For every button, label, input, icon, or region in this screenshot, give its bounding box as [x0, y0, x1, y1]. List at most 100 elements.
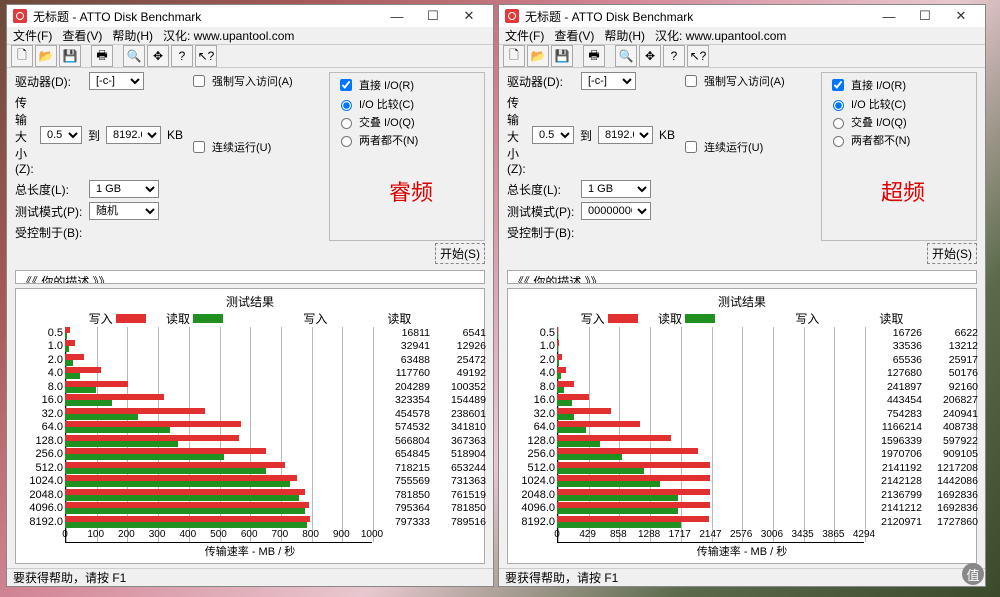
value-write: 33536 — [870, 340, 922, 352]
transfer-label: 传输大小(Z): — [15, 94, 36, 176]
bar-read — [557, 400, 572, 406]
value-write: 323354 — [378, 394, 430, 406]
value-write: 1970706 — [870, 448, 922, 460]
toolbar: 🗋 📂 💾 🖶 🔍 ✥ ? ↖? — [499, 44, 985, 68]
menu-file[interactable]: 文件(F) — [505, 27, 544, 44]
direct-io-checkbox[interactable] — [340, 79, 352, 91]
bar-read — [557, 346, 558, 352]
open-icon[interactable]: 📂 — [527, 45, 549, 67]
app-icon — [505, 9, 519, 23]
neither-radio[interactable] — [341, 136, 352, 147]
y-label: 256.0 — [517, 448, 557, 460]
start-button[interactable]: 开始(S) — [435, 243, 485, 264]
length-label: 总长度(L): — [507, 181, 577, 198]
preview-icon[interactable]: 🔍 — [123, 45, 145, 67]
mode-select[interactable]: 随机 — [89, 202, 159, 220]
menu-view[interactable]: 查看(V) — [62, 27, 102, 44]
continuous-checkbox[interactable] — [685, 141, 697, 153]
drive-label: 驱动器(D): — [507, 73, 577, 90]
drive-label: 驱动器(D): — [15, 73, 85, 90]
description-field[interactable]: 《《 你的描述 》》 — [507, 270, 977, 284]
y-label: 32.0 — [25, 408, 65, 420]
direct-io-checkbox[interactable] — [832, 79, 844, 91]
whatsthis-icon[interactable]: ↖? — [687, 45, 709, 67]
maximize-button[interactable]: ☐ — [415, 5, 451, 27]
y-label: 2048.0 — [25, 489, 65, 501]
print-icon[interactable]: 🖶 — [91, 45, 113, 67]
help-icon[interactable]: ? — [663, 45, 685, 67]
chart-row: 2048.0 2136799 1692836 — [557, 489, 864, 503]
save-icon[interactable]: 💾 — [551, 45, 573, 67]
chart-row: 8.0 204289 100352 — [65, 381, 372, 395]
drive-select[interactable]: [-c-] — [89, 72, 144, 90]
y-label: 512.0 — [25, 462, 65, 474]
start-button[interactable]: 开始(S) — [927, 243, 977, 264]
transfer-from-select[interactable]: 0.5 — [40, 126, 82, 144]
io-compare-radio[interactable] — [341, 100, 352, 111]
chart-row: 0.5 16726 6622 — [557, 327, 864, 341]
menu-help[interactable]: 帮助(H) — [112, 27, 153, 44]
bar-read — [557, 495, 678, 501]
help-icon[interactable]: ? — [171, 45, 193, 67]
mode-label: 测试模式(P): — [507, 203, 577, 220]
close-button[interactable]: ✕ — [451, 5, 487, 27]
print-icon[interactable]: 🖶 — [583, 45, 605, 67]
overlap-io-radio[interactable] — [833, 118, 844, 129]
result-title: 测试结果 — [16, 293, 484, 310]
transfer-to-select[interactable]: 8192.0 — [106, 126, 161, 144]
mode-select[interactable]: 00000000 — [581, 202, 651, 220]
x-axis-label: 传输速率 - MB / 秒 — [512, 543, 972, 559]
new-icon[interactable]: 🗋 — [11, 45, 33, 67]
menu-file[interactable]: 文件(F) — [13, 27, 52, 44]
bar-read — [557, 454, 622, 460]
minimize-button[interactable]: — — [379, 5, 415, 27]
result-panel: 测试结果 写入 读取 写入 读取 0.5 16726 6622 1.0 3353… — [507, 288, 977, 565]
chart-row: 4096.0 2141212 1692836 — [557, 502, 864, 516]
chart-row: 4.0 117760 49192 — [65, 367, 372, 381]
io-options-group: 直接 I/O(R) I/O 比较(C) 交叠 I/O(Q) 两者都不(N) — [821, 72, 977, 241]
app-icon — [13, 9, 27, 23]
menu-help[interactable]: 帮助(H) — [604, 27, 645, 44]
bar-read — [557, 441, 600, 447]
whatsthis-icon[interactable]: ↖? — [195, 45, 217, 67]
description-field[interactable]: 《《 你的描述 》》 — [15, 270, 485, 284]
y-label: 8192.0 — [517, 516, 557, 528]
value-read: 13212 — [926, 340, 978, 352]
bar-read — [65, 495, 299, 501]
force-write-checkbox[interactable] — [193, 75, 205, 87]
titlebar: 无标题 - ATTO Disk Benchmark — ☐ ✕ — [7, 5, 493, 27]
length-select[interactable]: 1 GB — [89, 180, 159, 198]
transfer-to-select[interactable]: 8192.0 — [598, 126, 653, 144]
minimize-button[interactable]: — — [871, 5, 907, 27]
neither-radio[interactable] — [833, 136, 844, 147]
overlay-label: 超频 — [881, 175, 925, 207]
io-compare-radio[interactable] — [833, 100, 844, 111]
y-label: 128.0 — [25, 435, 65, 447]
value-read: 408738 — [926, 421, 978, 433]
bar-read — [557, 481, 660, 487]
preview-icon[interactable]: 🔍 — [615, 45, 637, 67]
transfer-from-select[interactable]: 0.5 — [532, 126, 574, 144]
save-icon[interactable]: 💾 — [59, 45, 81, 67]
value-read: 1692836 — [926, 489, 978, 501]
bar-read — [65, 508, 305, 514]
length-select[interactable]: 1 GB — [581, 180, 651, 198]
drive-select[interactable]: [-c-] — [581, 72, 636, 90]
bar-read — [557, 360, 559, 366]
close-button[interactable]: ✕ — [943, 5, 979, 27]
y-label: 2.0 — [25, 354, 65, 366]
open-icon[interactable]: 📂 — [35, 45, 57, 67]
force-write-checkbox[interactable] — [685, 75, 697, 87]
continuous-checkbox[interactable] — [193, 141, 205, 153]
move-icon[interactable]: ✥ — [147, 45, 169, 67]
overlay-label: 睿频 — [389, 175, 433, 207]
menu-about[interactable]: 汉化: www.upantool.com — [163, 27, 294, 44]
overlap-io-radio[interactable] — [341, 118, 352, 129]
value-read: 341810 — [434, 421, 486, 433]
maximize-button[interactable]: ☐ — [907, 5, 943, 27]
new-icon[interactable]: 🗋 — [503, 45, 525, 67]
bar-read — [65, 454, 224, 460]
menu-view[interactable]: 查看(V) — [554, 27, 594, 44]
move-icon[interactable]: ✥ — [639, 45, 661, 67]
menu-about[interactable]: 汉化: www.upantool.com — [655, 27, 786, 44]
